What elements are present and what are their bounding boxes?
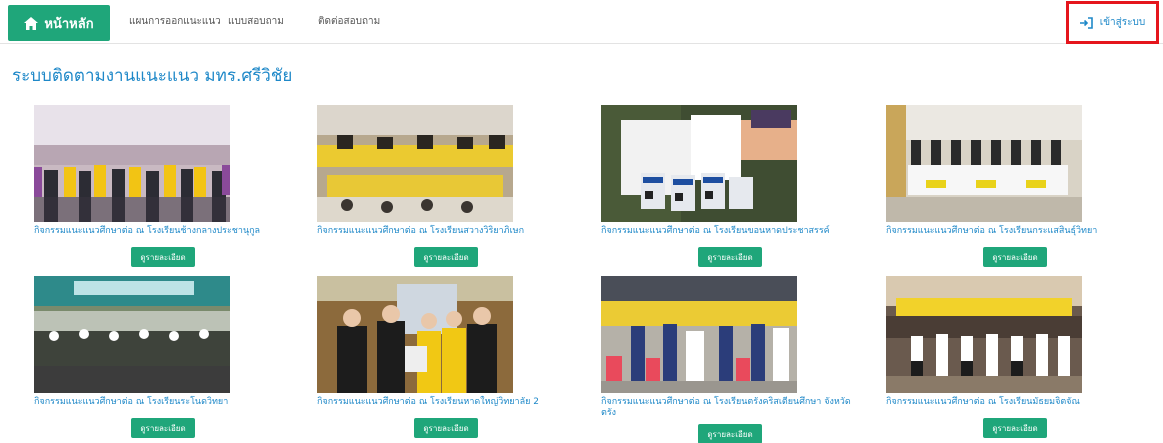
activity-caption[interactable]: กิจกรรมแนะแนวศึกษาต่อ ณ โรงเรียนระโนดวิท… [34, 397, 294, 408]
top-navbar: หน้าหลัก แผนการออกแนะแนว แบบสอบถาม ติดต่… [0, 0, 1163, 44]
page-title: ระบบติดตามงานแนะแนว มทร.ศรีวิชัย [12, 66, 293, 86]
activity-caption[interactable]: กิจกรรมแนะแนวศึกษาต่อ ณ โรงเรียนขอนหาดปร… [601, 226, 861, 237]
activity-card: กิจกรรมแนะแนวศึกษาต่อ ณ โรงเรียนสวางวิริ… [288, 105, 568, 280]
nav-link-questionnaire[interactable]: แบบสอบถาม [228, 14, 284, 29]
activity-caption[interactable]: กิจกรรมแนะแนวศึกษาต่อ ณ โรงเรียนตรังคริส… [601, 397, 861, 419]
activity-card: กิจกรรมแนะแนวศึกษาต่อ ณ โรงเรียนมัธยมจิต… [857, 276, 1137, 443]
activity-photo[interactable] [34, 105, 230, 222]
activity-card: กิจกรรมแนะแนวศึกษาต่อ ณ โรงเรียนช้างกลาง… [5, 105, 285, 280]
activity-photo[interactable] [601, 105, 797, 222]
sign-in-icon [1079, 16, 1093, 29]
activity-caption[interactable]: กิจกรรมแนะแนวศึกษาต่อ ณ โรงเรียนกระแสสิน… [886, 226, 1146, 237]
activity-photo[interactable] [886, 276, 1082, 393]
activity-photo[interactable] [34, 276, 230, 393]
home-icon [24, 16, 39, 30]
nav-home-label: หน้าหลัก [44, 16, 94, 32]
activity-photo[interactable] [886, 105, 1082, 222]
activity-card: กิจกรรมแนะแนวศึกษาต่อ ณ โรงเรียนหาดใหญ่ว… [288, 276, 568, 443]
view-details-button[interactable]: ดูรายละเอียด [698, 424, 762, 443]
view-details-button[interactable]: ดูรายละเอียด [983, 418, 1047, 438]
activity-photo[interactable] [601, 276, 797, 393]
view-details-button[interactable]: ดูรายละเอียด [414, 418, 478, 438]
login-label: เข้าสู่ระบบ [1099, 17, 1146, 28]
activity-photo[interactable] [317, 276, 513, 393]
view-details-button[interactable]: ดูรายละเอียด [131, 418, 195, 438]
activity-card: กิจกรรมแนะแนวศึกษาต่อ ณ โรงเรียนตรังคริส… [572, 276, 852, 443]
activity-photo[interactable] [317, 105, 513, 222]
login-button[interactable]: เข้าสู่ระบบ [1066, 1, 1159, 44]
nav-home-button[interactable]: หน้าหลัก [8, 5, 110, 41]
activity-caption[interactable]: กิจกรรมแนะแนวศึกษาต่อ ณ โรงเรียนมัธยมจิต… [886, 397, 1146, 408]
nav-link-contact[interactable]: ติดต่อสอบถาม [318, 14, 380, 29]
view-details-button[interactable]: ดูรายละเอียด [698, 247, 762, 267]
activity-card: กิจกรรมแนะแนวศึกษาต่อ ณ โรงเรียนขอนหาดปร… [572, 105, 852, 280]
view-details-button[interactable]: ดูรายละเอียด [983, 247, 1047, 267]
nav-link-guidance-plan[interactable]: แผนการออกแนะแนว [129, 14, 221, 29]
activity-caption[interactable]: กิจกรรมแนะแนวศึกษาต่อ ณ โรงเรียนสวางวิริ… [317, 226, 577, 237]
activity-caption[interactable]: กิจกรรมแนะแนวศึกษาต่อ ณ โรงเรียนหาดใหญ่ว… [317, 397, 577, 408]
activity-caption[interactable]: กิจกรรมแนะแนวศึกษาต่อ ณ โรงเรียนช้างกลาง… [34, 226, 294, 237]
view-details-button[interactable]: ดูรายละเอียด [131, 247, 195, 267]
activity-card: กิจกรรมแนะแนวศึกษาต่อ ณ โรงเรียนระโนดวิท… [5, 276, 285, 443]
view-details-button[interactable]: ดูรายละเอียด [414, 247, 478, 267]
activity-card: กิจกรรมแนะแนวศึกษาต่อ ณ โรงเรียนกระแสสิน… [857, 105, 1137, 280]
